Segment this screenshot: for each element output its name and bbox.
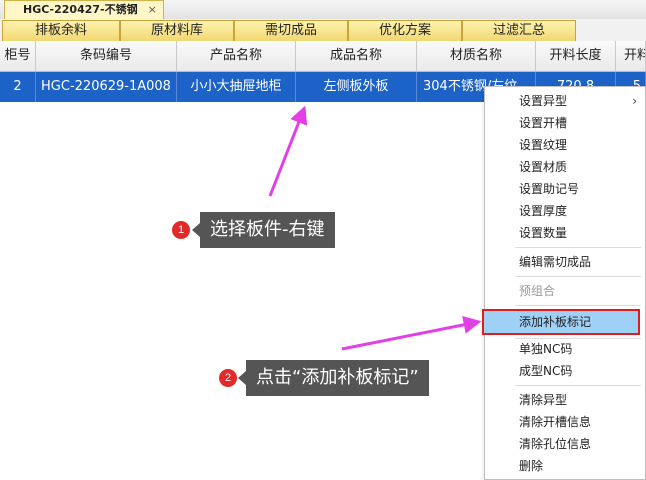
step-callout-1: 选择板件-右键 (192, 212, 335, 248)
arrow-to-row (268, 105, 308, 197)
step-callout-2: 点击“添加补板标记” (238, 360, 429, 396)
step-badge-2: 2 (219, 369, 237, 387)
arrow-to-menu-item (341, 315, 482, 351)
step-badge-1: 1 (172, 221, 190, 239)
